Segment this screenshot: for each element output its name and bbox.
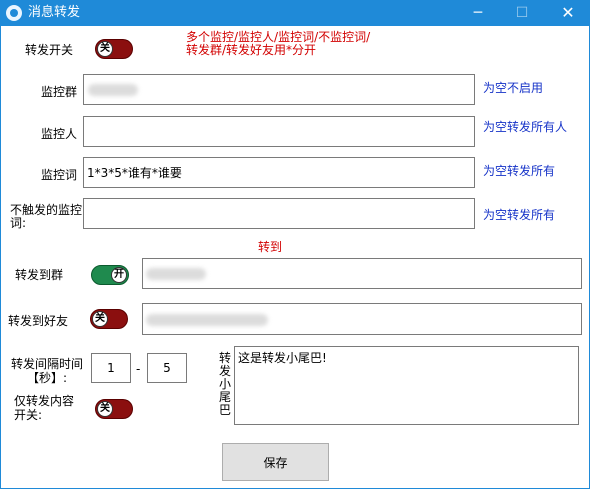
- minimize-button[interactable]: ─: [456, 0, 500, 26]
- tail-textarea[interactable]: 这是转发小尾巴!: [234, 346, 579, 425]
- forward-switch-label: 转发开关: [25, 43, 74, 57]
- forward-group-label: 转发到群: [15, 268, 64, 282]
- interval-separator: -: [136, 362, 141, 376]
- forward-to-heading: 转到: [258, 240, 283, 254]
- forward-group-knob: 开: [111, 267, 127, 283]
- maximize-button[interactable]: ☐: [500, 0, 544, 26]
- forward-switch-knob: 关: [97, 41, 113, 57]
- content-only-label: 仅转发内容开关:: [14, 394, 75, 422]
- redacted-text: [146, 314, 268, 326]
- forward-group-toggle[interactable]: 开: [91, 265, 129, 285]
- monitor-word-input[interactable]: [83, 157, 475, 188]
- redacted-text: [88, 84, 138, 96]
- exclude-word-hint: 为空转发所有: [483, 208, 556, 222]
- forward-group-input[interactable]: [142, 258, 582, 289]
- close-button[interactable]: ✕: [546, 0, 590, 26]
- monitor-word-label: 监控词: [41, 168, 78, 182]
- interval-label: 转发间隔时间【秒】:: [10, 357, 83, 385]
- app-icon: [6, 5, 22, 21]
- forward-friend-label: 转发到好友: [8, 314, 69, 328]
- exclude-word-input[interactable]: [83, 198, 475, 229]
- monitor-person-hint: 为空转发所有人: [483, 120, 568, 134]
- title-bar: 消息转发 ─ ☐ ✕: [0, 0, 590, 26]
- forward-friend-toggle[interactable]: 关: [90, 309, 128, 329]
- monitor-group-hint: 为空不启用: [483, 81, 544, 95]
- separator-note: 多个监控/监控人/监控词/不监控词/转发群/转发好友用*分开: [186, 30, 371, 57]
- monitor-word-hint: 为空转发所有: [483, 164, 556, 178]
- monitor-group-label: 监控群: [41, 85, 78, 99]
- interval-min-input[interactable]: [91, 353, 131, 383]
- content-only-toggle[interactable]: 关: [95, 399, 133, 419]
- interval-max-input[interactable]: [147, 353, 187, 383]
- forward-switch-toggle[interactable]: 关: [95, 39, 133, 59]
- monitor-group-input[interactable]: [83, 74, 475, 105]
- tail-label: 转发小尾巴: [218, 351, 231, 417]
- content-only-knob: 关: [97, 401, 113, 417]
- monitor-person-input[interactable]: [83, 116, 475, 147]
- window-title: 消息转发: [28, 5, 81, 20]
- monitor-person-label: 监控人: [41, 127, 78, 141]
- redacted-text: [146, 268, 206, 280]
- forward-friend-knob: 关: [92, 311, 108, 327]
- save-button[interactable]: 保存: [222, 443, 329, 481]
- exclude-word-label: 不触发的监控词:: [10, 203, 83, 230]
